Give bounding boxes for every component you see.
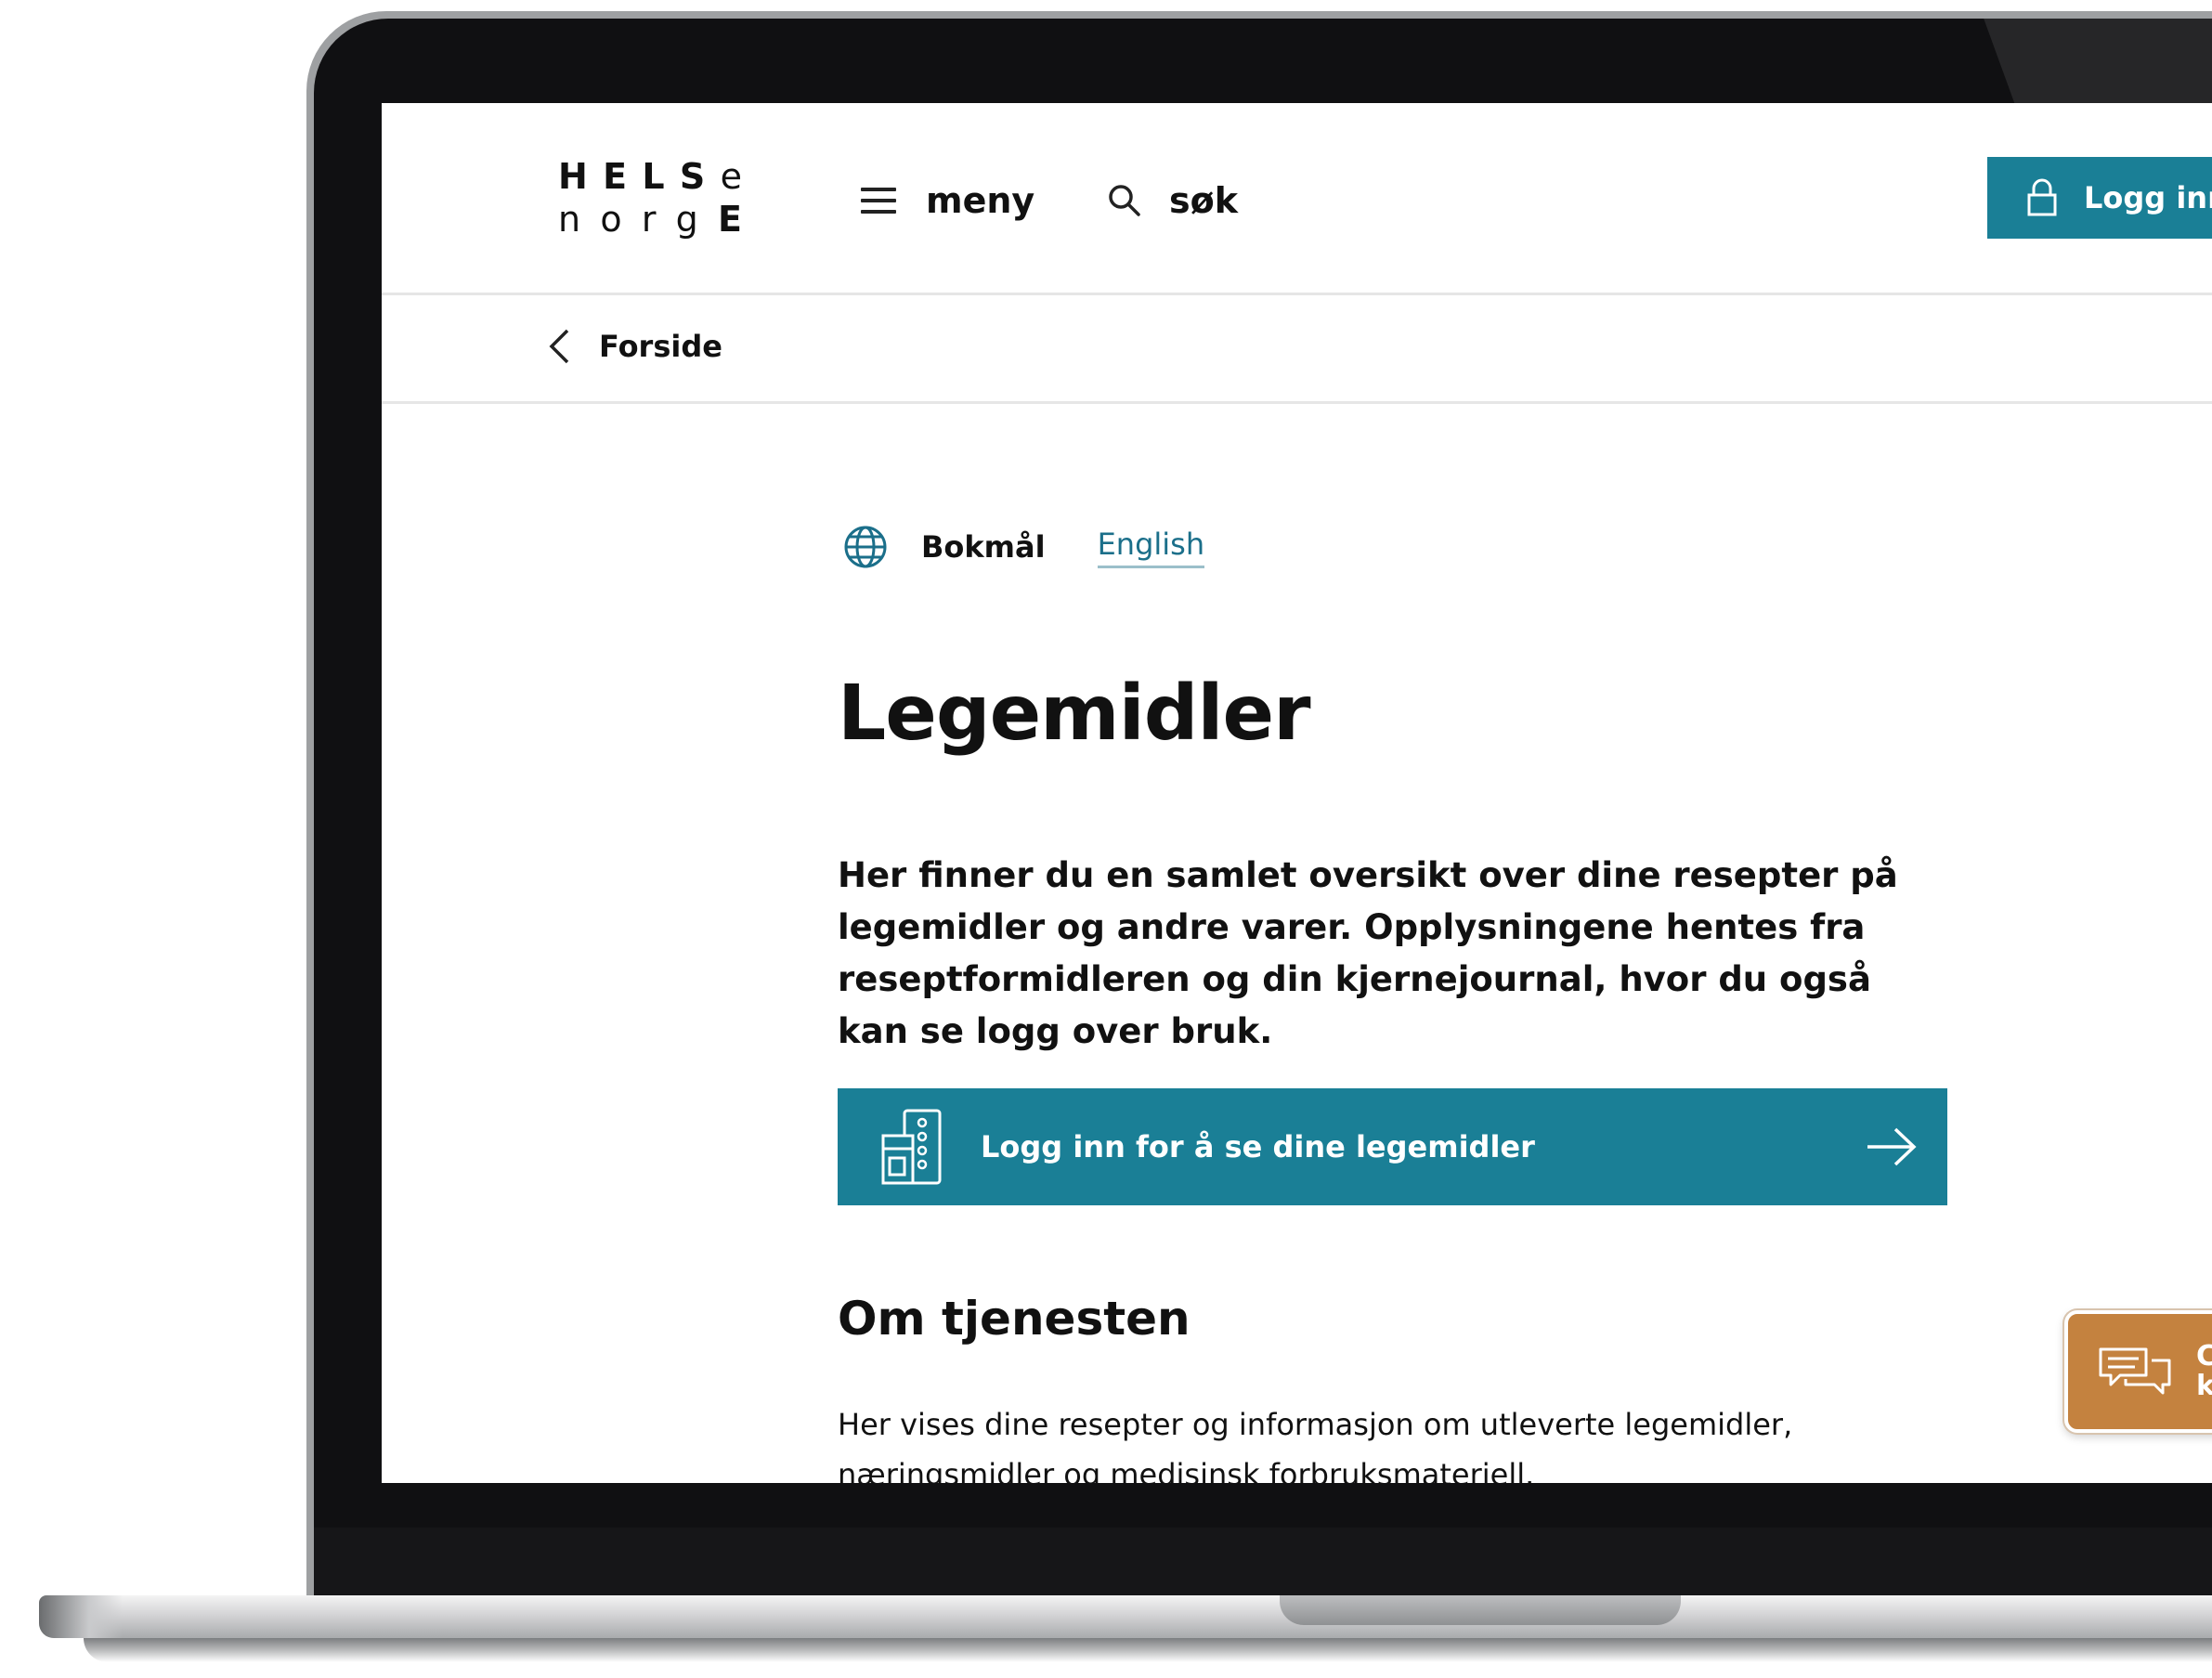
logo-line-2: n o r g E (558, 199, 742, 240)
login-to-see-medicines-button[interactable]: Logg inn for å se dine legemidler (838, 1088, 1947, 1205)
lead-text: Her finner du en samlet oversikt over di… (838, 855, 1898, 1051)
login-button[interactable]: Logg inn (1987, 157, 2212, 239)
language-switcher: Bokmål English (838, 519, 1205, 575)
page-title: Legemidler (838, 670, 1311, 758)
section-heading: Om tjenesten (838, 1292, 1191, 1346)
cta-label: Logg inn for å se dine legemidler (981, 1129, 1535, 1164)
menu-label: meny (926, 180, 1035, 221)
login-label: Logg inn (2084, 180, 2212, 215)
helsenorge-logo[interactable]: H E L S e n o r g E (558, 155, 762, 241)
chat-bubbles-icon (2099, 1347, 2171, 1395)
search-icon (1109, 185, 1140, 216)
screen: H E L S e n o r g E meny søk Logg in For… (382, 103, 2212, 1483)
laptop-base-shadow (84, 1638, 2212, 1662)
language-current: Bokmål (921, 529, 1046, 565)
medicine-icon (881, 1109, 942, 1185)
laptop-notch (1280, 1595, 1681, 1625)
chat-button[interactable]: C k (2064, 1310, 2212, 1433)
search-label: søk (1169, 180, 1238, 221)
chevron-left-icon (549, 329, 569, 364)
search-button[interactable]: søk (1106, 168, 1238, 233)
chat-label: C k (2196, 1340, 2212, 1402)
section-text: Her vises dine resepter og informasjon o… (838, 1407, 1793, 1483)
laptop-base (39, 1595, 2212, 1638)
breadcrumb: Forside (382, 295, 2212, 404)
lock-icon (2027, 178, 2057, 216)
language-english-link[interactable]: English (1097, 527, 1205, 568)
menu-button[interactable]: meny (861, 168, 1034, 233)
arrow-right-icon (1867, 1127, 1917, 1166)
breadcrumb-label: Forside (599, 329, 722, 364)
hamburger-icon (861, 188, 896, 214)
laptop-base-edge (39, 1595, 123, 1638)
breadcrumb-link-forside[interactable]: Forside (547, 323, 722, 370)
site-header: H E L S e n o r g E meny søk Logg in (382, 103, 2212, 295)
globe-icon (844, 526, 887, 568)
logo-line-1: H E L S e (558, 156, 742, 197)
